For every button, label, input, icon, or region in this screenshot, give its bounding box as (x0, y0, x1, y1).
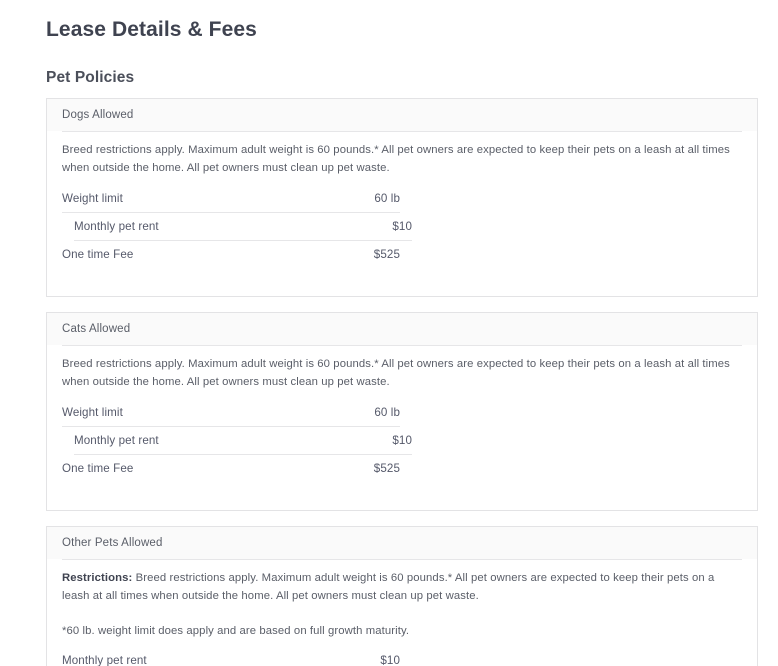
card-body-cats-allowed: Breed restrictions apply. Maximum adult … (47, 345, 757, 510)
fee-label: Weight limit (62, 192, 123, 205)
fee-value: 60 lb (374, 192, 400, 205)
fee-label: One time Fee (62, 462, 133, 475)
divider (62, 131, 742, 132)
card-header-other-pets-allowed: Other Pets Allowed (47, 527, 757, 559)
fee-row: Monthly pet rent $10 (62, 647, 400, 666)
card-other-pets-allowed: Other Pets Allowed Restrictions: Breed r… (46, 526, 758, 666)
row-spacer (74, 483, 412, 498)
weight-limit-note: *60 lb. weight limit does apply and are … (62, 613, 742, 647)
fee-rows: Weight limit 60 lb Monthly pet rent $10 … (62, 399, 742, 498)
fee-value: $525 (374, 462, 400, 475)
page-title: Lease Details & Fees (46, 16, 758, 43)
pet-policy-description: Breed restrictions apply. Maximum adult … (62, 140, 742, 185)
restrictions-text: Breed restrictions apply. Maximum adult … (62, 572, 714, 602)
card-dogs-allowed: Dogs Allowed Breed restrictions apply. M… (46, 98, 758, 297)
lease-details-page: Lease Details & Fees Pet Policies Dogs A… (0, 0, 778, 666)
pet-policy-description: Restrictions: Breed restrictions apply. … (62, 568, 742, 613)
fee-row: One time Fee $525 (62, 241, 400, 269)
card-body-dogs-allowed: Breed restrictions apply. Maximum adult … (47, 131, 757, 296)
card-body-other-pets-allowed: Restrictions: Breed restrictions apply. … (47, 559, 757, 666)
fee-row: Monthly pet rent $10 (74, 427, 412, 455)
card-header-dogs-allowed: Dogs Allowed (47, 99, 757, 131)
divider (62, 559, 742, 560)
fee-label: Monthly pet rent (62, 654, 147, 666)
fee-label: Monthly pet rent (74, 220, 159, 233)
fee-rows: Weight limit 60 lb Monthly pet rent $10 … (62, 185, 742, 284)
card-header-cats-allowed: Cats Allowed (47, 313, 757, 345)
fee-value: $10 (392, 434, 412, 447)
fee-value: $10 (380, 654, 400, 666)
fee-row: Weight limit 60 lb (62, 399, 400, 427)
row-spacer (74, 269, 412, 284)
fee-label: Weight limit (62, 406, 123, 419)
fee-label: One time Fee (62, 248, 133, 261)
fee-value: $525 (374, 248, 400, 261)
fee-row: Weight limit 60 lb (62, 185, 400, 213)
fee-value: $10 (392, 220, 412, 233)
fee-rows: Monthly pet rent $10 One time Fee $525 (62, 647, 742, 666)
section-title-pet-policies: Pet Policies (46, 68, 758, 88)
pet-policy-description: Breed restrictions apply. Maximum adult … (62, 354, 742, 399)
divider (62, 345, 742, 346)
fee-row: Monthly pet rent $10 (74, 213, 412, 241)
fee-value: 60 lb (374, 406, 400, 419)
fee-label: Monthly pet rent (74, 434, 159, 447)
fee-row: One time Fee $525 (62, 455, 400, 483)
card-cats-allowed: Cats Allowed Breed restrictions apply. M… (46, 312, 758, 511)
restrictions-label: Restrictions: (62, 572, 132, 584)
